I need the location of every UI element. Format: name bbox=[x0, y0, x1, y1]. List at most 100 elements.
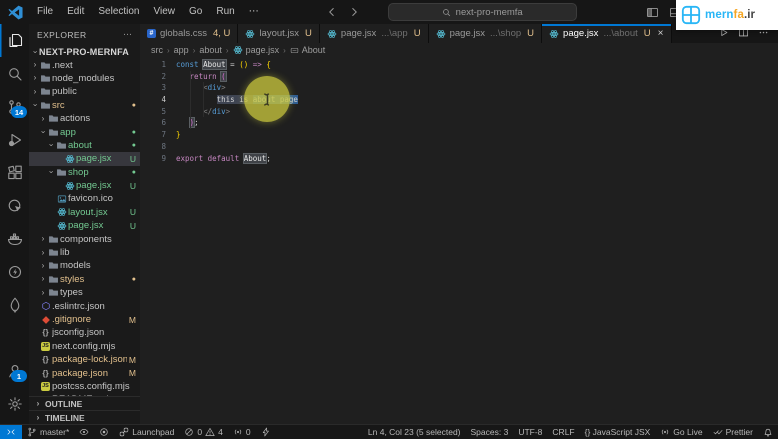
code-line-3[interactable]: 3 <div> bbox=[140, 82, 778, 94]
tree-item-app[interactable]: › app ● bbox=[29, 125, 140, 138]
activitybar-accounts[interactable]: 1 bbox=[0, 354, 29, 387]
timeline-section[interactable]: › TIMELINE bbox=[29, 410, 140, 424]
code-line-4[interactable]: 4 this is about page bbox=[140, 94, 778, 106]
breadcrumb-item-src[interactable]: src bbox=[151, 45, 163, 55]
tree-item-about[interactable]: › about ● bbox=[29, 139, 140, 152]
tree-item-models[interactable]: › models bbox=[29, 259, 140, 272]
tree-item--eslintrc-json[interactable]: .eslintrc.json bbox=[29, 299, 140, 312]
menu-item-run[interactable]: Run bbox=[209, 0, 241, 24]
forward-arrow-icon[interactable] bbox=[348, 6, 360, 18]
status-go-live[interactable]: Go Live bbox=[655, 425, 707, 439]
menu-item-edit[interactable]: Edit bbox=[60, 0, 91, 24]
code-line-9[interactable]: 9 export default About; bbox=[140, 152, 778, 165]
activitybar-extensions[interactable] bbox=[0, 156, 29, 189]
status-radio-count[interactable]: 0 bbox=[228, 425, 256, 439]
tree-item-next-config-mjs[interactable]: JS next.config.mjs bbox=[29, 340, 140, 353]
code-line-2[interactable]: 2 return ( bbox=[140, 70, 778, 83]
activitybar-source-control[interactable]: 14 bbox=[0, 90, 29, 123]
tree-item-types[interactable]: › types bbox=[29, 286, 140, 299]
tab-label: page.jsx bbox=[449, 28, 485, 39]
menu-item-file[interactable]: File bbox=[30, 0, 60, 24]
menu-item-selection[interactable]: Selection bbox=[91, 0, 146, 24]
code-editor[interactable]: 1 const About = () => {2 return (3 <div> 4… bbox=[140, 57, 778, 424]
tab-layout-jsx[interactable]: layout.jsx U bbox=[238, 24, 320, 43]
tree-item-page-jsx[interactable]: page.jsx U bbox=[29, 219, 140, 232]
status-bar: master* Launchpad 0 4 0 Ln 4, Col 23 (5 sele… bbox=[0, 424, 778, 439]
close-icon[interactable]: × bbox=[658, 28, 664, 39]
menu-item-view[interactable]: View bbox=[147, 0, 183, 24]
tree-item-layout-jsx[interactable]: layout.jsx U bbox=[29, 206, 140, 219]
breadcrumb-item-page-jsx[interactable]: page.jsx bbox=[233, 45, 279, 55]
status-right: Ln 4, Col 23 (5 selected) Spaces: 3 UTF-8 C… bbox=[363, 425, 778, 439]
status-prettier[interactable]: Prettier bbox=[708, 425, 758, 439]
react-icon bbox=[65, 181, 75, 191]
status-eol[interactable]: CRLF bbox=[547, 425, 579, 439]
command-center-search[interactable]: next-pro-memfa bbox=[387, 3, 577, 21]
activitybar-mongodb[interactable] bbox=[0, 288, 29, 321]
tree-root[interactable]: › NEXT-PRO-MERNFA bbox=[29, 45, 140, 58]
tree-item--next[interactable]: › .next bbox=[29, 58, 140, 71]
breadcrumb-item-about[interactable]: about bbox=[199, 45, 222, 55]
code-line-1[interactable]: 1 const About = () => { bbox=[140, 59, 778, 71]
status-git-branch[interactable]: master* bbox=[22, 425, 74, 439]
status-language-mode[interactable]: {} JavaScript JSX bbox=[580, 425, 656, 439]
outline-label: OUTLINE bbox=[45, 398, 83, 409]
menu-item-[interactable]: ⋯ bbox=[242, 0, 266, 24]
tab-globals-css[interactable]: # globals.css 4, U bbox=[140, 24, 239, 43]
code-line-8[interactable]: 8 bbox=[140, 141, 778, 153]
tree-item-page-jsx[interactable]: page.jsx U bbox=[29, 179, 140, 192]
status-indentation[interactable]: Spaces: 3 bbox=[466, 425, 514, 439]
status-launchpad[interactable]: Launchpad bbox=[114, 425, 179, 439]
status-notifications[interactable] bbox=[758, 425, 778, 439]
status-cursor-position[interactable]: Ln 4, Col 23 (5 selected) bbox=[363, 425, 466, 439]
tree-item-public[interactable]: › public bbox=[29, 85, 140, 98]
menu-bar: File Edit Selection View Go Run ⋯ bbox=[30, 0, 266, 24]
tree-item-lib[interactable]: › lib bbox=[29, 246, 140, 259]
tree-item-src[interactable]: › src ● bbox=[29, 99, 140, 112]
activitybar-thunder-client[interactable] bbox=[0, 255, 29, 288]
tab-page-jsx----app[interactable]: page.jsx ...\app U bbox=[319, 24, 429, 43]
outline-section[interactable]: › OUTLINE bbox=[29, 396, 140, 410]
status-gitlens-target[interactable] bbox=[94, 425, 114, 439]
symbol-icon bbox=[290, 46, 299, 55]
breadcrumb-item-app[interactable]: app bbox=[174, 45, 189, 55]
activitybar-live-preview[interactable] bbox=[0, 189, 29, 222]
code-token: () bbox=[239, 60, 249, 69]
breadcrumb-item-about[interactable]: About bbox=[290, 45, 325, 55]
status-problems[interactable]: 04 bbox=[179, 425, 227, 439]
tree-item-favicon-ico[interactable]: favicon.ico bbox=[29, 192, 140, 205]
tree-item-postcss-config-mjs[interactable]: JS postcss.config.mjs bbox=[29, 380, 140, 393]
tree-item-jsconfig-json[interactable]: {} jsconfig.json bbox=[29, 326, 140, 339]
activitybar-explorer[interactable] bbox=[0, 24, 29, 57]
activitybar-run-debug[interactable] bbox=[0, 123, 29, 156]
tree-item-node-modules[interactable]: › node_modules bbox=[29, 72, 140, 85]
tab-page-jsx----shop[interactable]: page.jsx ...\shop U bbox=[428, 24, 543, 43]
tree-item-page-jsx[interactable]: page.jsx U bbox=[29, 152, 140, 166]
tree-item-package-lock-json[interactable]: {} package-lock.json M bbox=[29, 353, 140, 366]
code-line-5[interactable]: 5 </div> bbox=[140, 106, 778, 118]
code-line-7[interactable]: 7} bbox=[140, 129, 778, 141]
explorer-more-actions[interactable]: ⋯ bbox=[123, 29, 132, 40]
activitybar-settings[interactable] bbox=[0, 387, 29, 420]
tree-item-package-json[interactable]: {} package.json M bbox=[29, 366, 140, 379]
activitybar-docker[interactable] bbox=[0, 222, 29, 255]
tree-item-components[interactable]: › components bbox=[29, 232, 140, 245]
status-encoding[interactable]: UTF-8 bbox=[513, 425, 547, 439]
menu-item-go[interactable]: Go bbox=[182, 0, 209, 24]
tree-item-shop[interactable]: › shop ● bbox=[29, 166, 140, 179]
status-remote-indicator[interactable] bbox=[0, 425, 22, 439]
status-lightning[interactable] bbox=[256, 425, 276, 439]
tree-item-actions[interactable]: › actions bbox=[29, 112, 140, 125]
tab-page-jsx----about[interactable]: page.jsx ...\about U × bbox=[542, 24, 672, 43]
code-line-6[interactable]: 6 ); bbox=[140, 117, 778, 129]
code-text: return ( bbox=[176, 70, 227, 83]
tree-item-styles[interactable]: › styles ● bbox=[29, 273, 140, 286]
back-arrow-icon[interactable] bbox=[326, 6, 338, 18]
breadcrumb[interactable]: src › app › about › page.jsx › About bbox=[140, 43, 778, 57]
activitybar-search[interactable] bbox=[0, 57, 29, 90]
status-gitlens-eye[interactable] bbox=[74, 425, 94, 439]
tree-item--gitignore[interactable]: .gitignore M bbox=[29, 313, 140, 326]
code-token: ; bbox=[266, 153, 271, 163]
toggle-panel-icon[interactable] bbox=[646, 6, 659, 19]
